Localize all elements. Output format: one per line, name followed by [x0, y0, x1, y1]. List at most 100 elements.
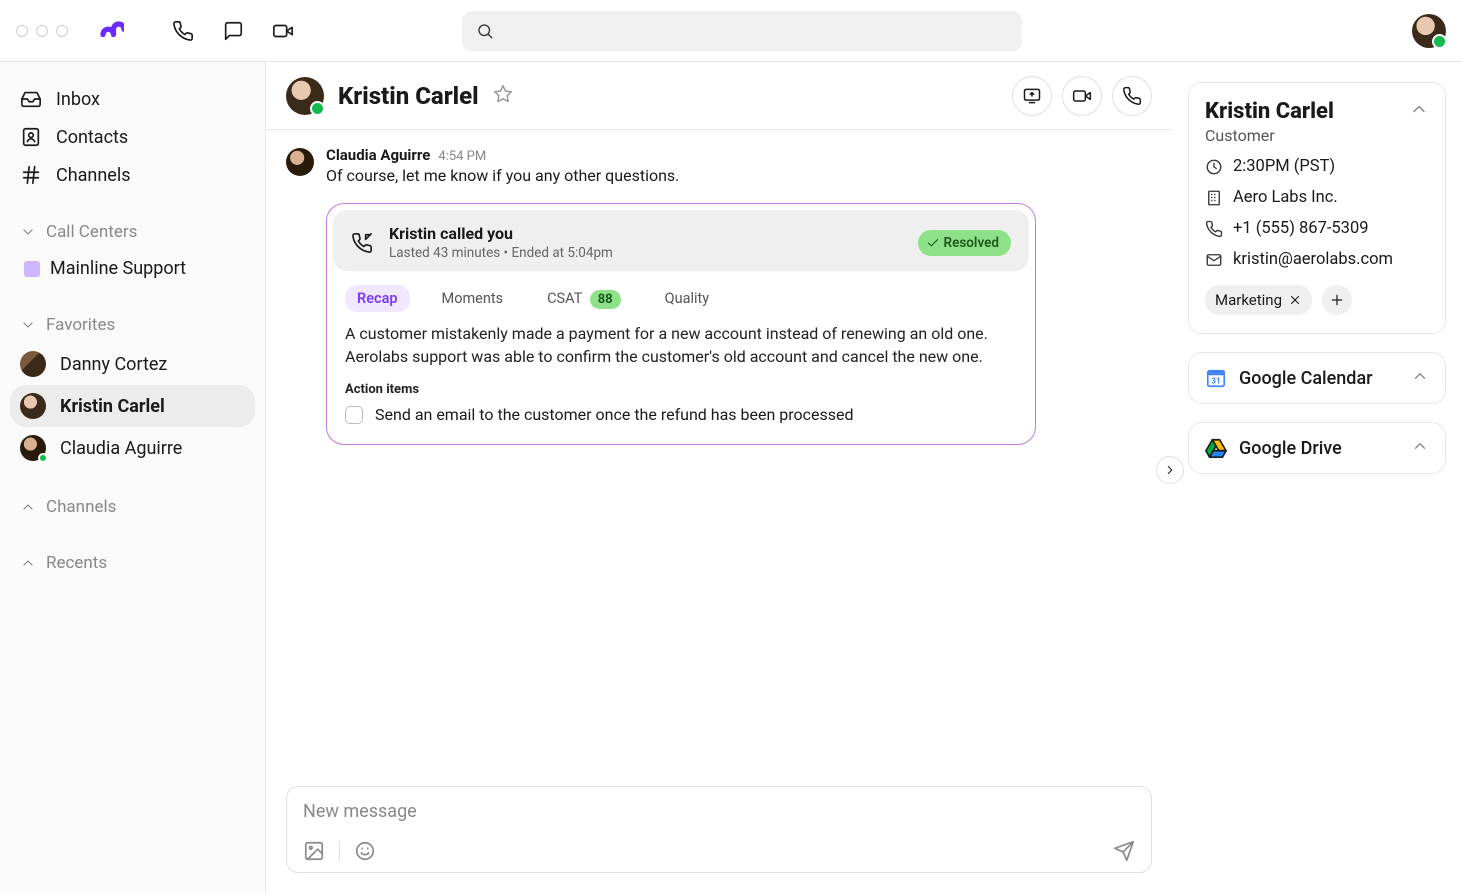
incoming-call-icon [351, 232, 373, 254]
inbox-icon [20, 88, 42, 110]
action-items-heading: Action items [327, 368, 1035, 401]
contact-role: Customer [1205, 126, 1334, 145]
avatar [20, 393, 46, 419]
contact-avatar [286, 77, 324, 115]
nav-inbox[interactable]: Inbox [10, 80, 255, 118]
favorite-claudia[interactable]: Claudia Aguirre [10, 427, 255, 469]
integration-google-calendar[interactable]: 31 Google Calendar [1188, 352, 1446, 404]
nav-label: Channels [56, 165, 131, 186]
recap-text: A customer mistakenly made a payment for… [327, 312, 1035, 368]
callcenter-label: Mainline Support [50, 258, 186, 279]
collapse-right-panel[interactable] [1156, 456, 1184, 484]
section-recents[interactable]: Recents [10, 545, 255, 581]
chevron-up-icon [1411, 437, 1429, 459]
section-title: Favorites [46, 315, 115, 335]
video-icon[interactable] [272, 20, 294, 42]
mail-icon [1205, 251, 1223, 269]
contacts-icon [20, 126, 42, 148]
action-item: Send an email to the customer once the r… [327, 401, 1035, 428]
contact-company: Aero Labs Inc. [1205, 188, 1429, 207]
check-icon [926, 236, 940, 250]
hash-icon [20, 164, 42, 186]
emoji-icon[interactable] [354, 840, 376, 862]
divider [339, 841, 340, 861]
traffic-min[interactable] [36, 25, 48, 37]
channel-color-icon [24, 261, 40, 277]
add-tag-button[interactable] [1322, 285, 1352, 315]
message: Claudia Aguirre 4:54 PM Of course, let m… [286, 146, 1152, 185]
favorite-label: Claudia Aguirre [60, 438, 182, 459]
section-favorites[interactable]: Favorites [10, 307, 255, 343]
building-icon [1205, 189, 1223, 207]
csat-score: 88 [590, 290, 621, 309]
integration-label: Google Drive [1239, 438, 1342, 459]
traffic-max[interactable] [56, 25, 68, 37]
close-icon[interactable] [1288, 293, 1302, 307]
nav-label: Contacts [56, 127, 128, 148]
nav-contacts[interactable]: Contacts [10, 118, 255, 156]
google-calendar-icon: 31 [1205, 367, 1227, 389]
tab-moments[interactable]: Moments [430, 285, 516, 312]
window-controls [16, 25, 68, 37]
app-logo [96, 17, 124, 45]
favorite-kristin[interactable]: Kristin Carlel [10, 385, 255, 427]
send-icon[interactable] [1113, 840, 1135, 862]
chevron-down-icon [20, 224, 36, 240]
message-icon[interactable] [222, 20, 244, 42]
message-avatar [286, 148, 314, 176]
action-item-text: Send an email to the customer once the r… [375, 405, 854, 424]
tag-marketing[interactable]: Marketing [1205, 285, 1312, 315]
message-author: Claudia Aguirre [326, 146, 430, 164]
presence-indicator [38, 453, 48, 463]
chevron-up-icon [20, 499, 36, 515]
contact-email: kristin@aerolabs.com [1205, 250, 1429, 269]
clock-icon [1205, 158, 1223, 176]
message-composer [286, 786, 1152, 873]
message-text: Of course, let me know if you any other … [326, 166, 679, 185]
section-callcenters[interactable]: Call Centers [10, 214, 255, 250]
plus-icon [1329, 292, 1345, 308]
sidebar: Inbox Contacts Channels Call Centers Mai… [0, 62, 266, 893]
section-title: Call Centers [46, 222, 137, 242]
avatar [20, 351, 46, 377]
integration-label: Google Calendar [1239, 368, 1373, 389]
call-tabs: Recap Moments CSAT 88 Quality [327, 271, 1035, 312]
contact-card: Kristin Carlel Customer 2:30PM (PST) Aer… [1188, 82, 1446, 334]
phone-icon [1205, 220, 1223, 238]
contact-name: Kristin Carlel [1205, 99, 1334, 124]
chevron-up-icon[interactable] [1409, 99, 1429, 123]
composer-input[interactable] [303, 801, 1135, 822]
nav-label: Inbox [56, 89, 100, 110]
video-call-button[interactable] [1062, 76, 1102, 116]
section-channels[interactable]: Channels [10, 489, 255, 525]
call-subtitle: Lasted 43 minutes • Ended at 5:04pm [389, 245, 613, 261]
traffic-close[interactable] [16, 25, 28, 37]
screenshare-button[interactable] [1012, 76, 1052, 116]
callcenter-item[interactable]: Mainline Support [10, 250, 255, 287]
phone-call-button[interactable] [1112, 76, 1152, 116]
top-action-icons [172, 20, 294, 42]
action-item-checkbox[interactable] [345, 406, 363, 424]
tab-recap[interactable]: Recap [345, 285, 410, 312]
image-icon[interactable] [303, 840, 325, 862]
search-input[interactable] [462, 11, 1022, 51]
call-summary-card: Kristin called you Lasted 43 minutes • E… [326, 203, 1036, 445]
tab-csat[interactable]: CSAT 88 [535, 285, 633, 312]
conversation-title: Kristin Carlel [338, 82, 479, 110]
google-drive-icon [1205, 437, 1227, 459]
favorite-danny[interactable]: Danny Cortez [10, 343, 255, 385]
topbar [0, 0, 1462, 62]
contact-phone: +1 (555) 867-5309 [1205, 219, 1429, 238]
integration-google-drive[interactable]: Google Drive [1188, 422, 1446, 474]
avatar [20, 435, 46, 461]
conversation-pane: Kristin Carlel Claudia Aguirre 4:54 PM O… [266, 62, 1172, 893]
conversation-body: Claudia Aguirre 4:54 PM Of course, let m… [266, 130, 1172, 770]
star-icon[interactable] [493, 84, 513, 108]
status-badge: Resolved [918, 230, 1011, 256]
current-user-avatar[interactable] [1412, 14, 1446, 48]
tab-quality[interactable]: Quality [653, 285, 722, 312]
message-time: 4:54 PM [438, 149, 486, 164]
nav-channels[interactable]: Channels [10, 156, 255, 194]
call-title: Kristin called you [389, 224, 613, 243]
phone-icon[interactable] [172, 20, 194, 42]
